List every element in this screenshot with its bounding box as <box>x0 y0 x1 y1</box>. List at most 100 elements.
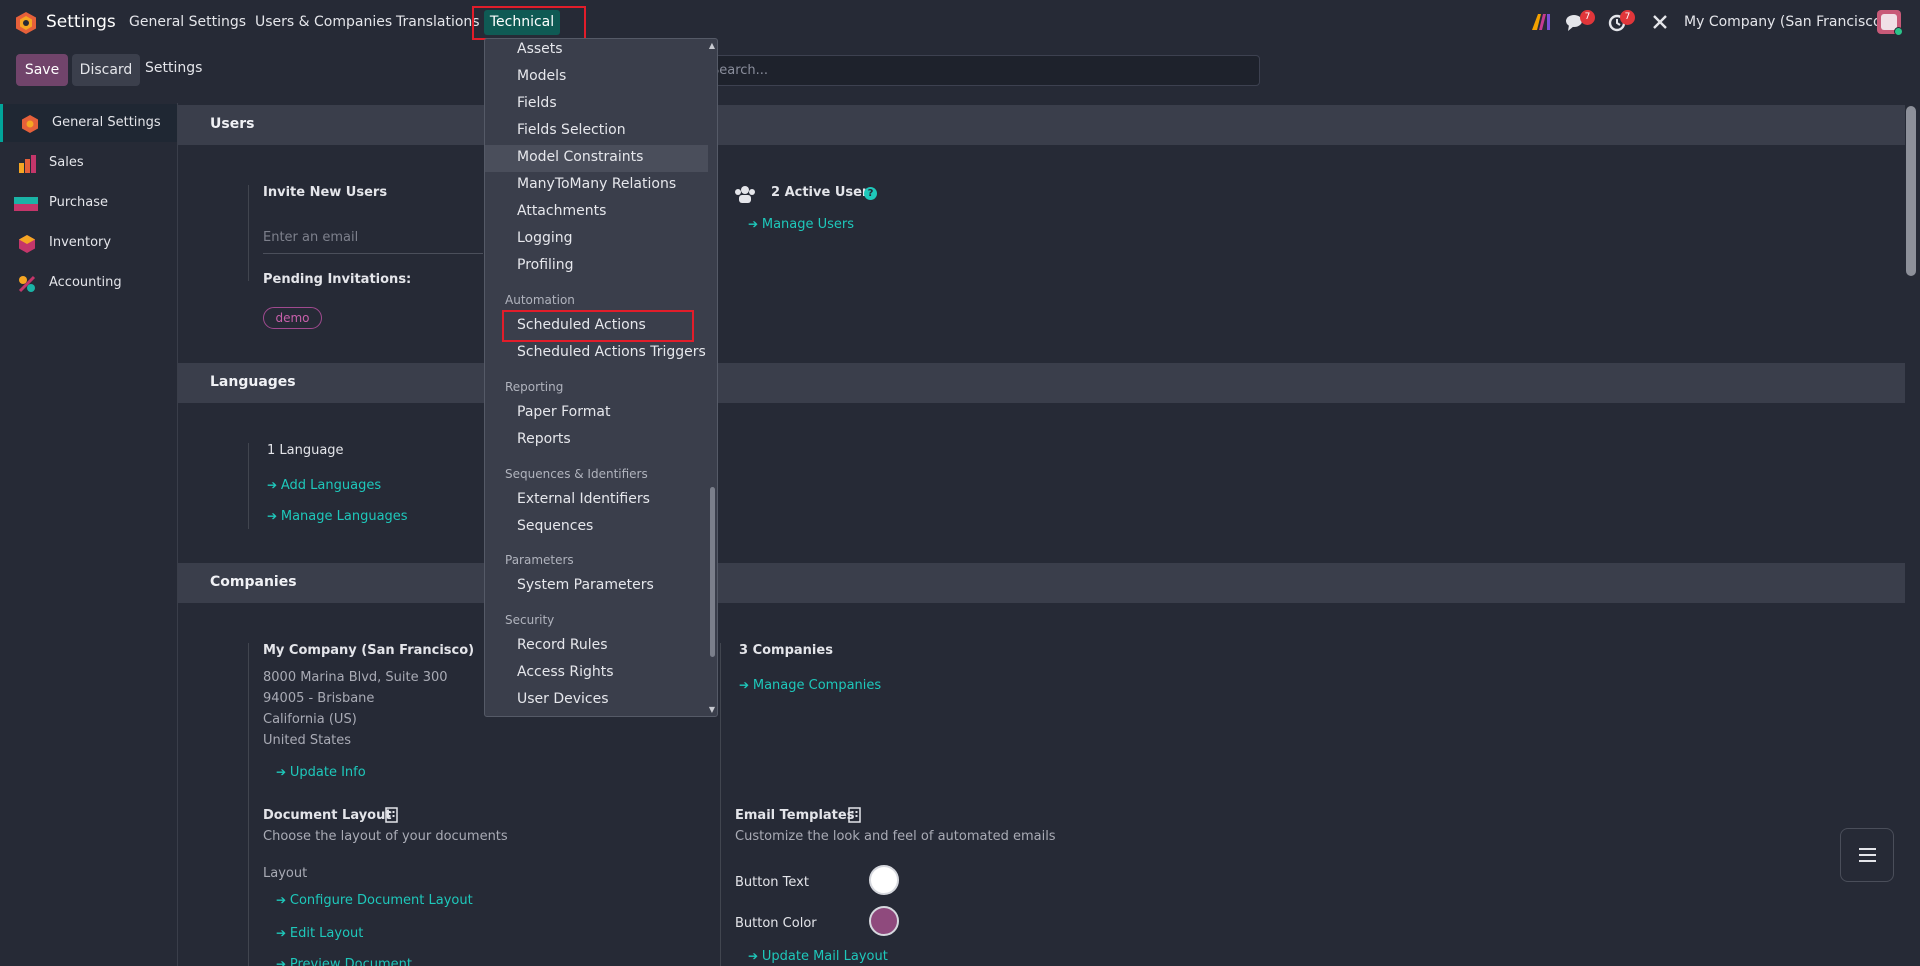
menu-item-record-rules[interactable]: Record Rules <box>517 637 608 653</box>
menu-item-reports[interactable]: Reports <box>517 431 571 447</box>
button-color-swatch[interactable] <box>869 906 899 936</box>
address-line: 94005 - Brisbane <box>263 691 375 706</box>
page-scrollbar[interactable] <box>1906 106 1916 276</box>
technical-dropdown-menu: Assets Models Fields Fields Selection Mo… <box>484 38 718 717</box>
menu-general-settings[interactable]: General Settings <box>129 14 246 30</box>
address-line: California (US) <box>263 712 357 727</box>
menu-item-models[interactable]: Models <box>517 68 566 84</box>
sidebar-item-label: Accounting <box>49 275 122 290</box>
app-title[interactable]: Settings <box>46 12 116 32</box>
scroll-down-arrow-icon[interactable]: ▼ <box>709 705 715 714</box>
highlight-scheduled-actions <box>502 310 694 342</box>
menu-users-companies[interactable]: Users & Companies <box>255 14 392 30</box>
accounting-app-icon <box>18 275 36 293</box>
hamburger-menu-icon <box>1859 848 1876 862</box>
menu-item-user-devices[interactable]: User Devices <box>517 691 609 707</box>
pending-invitation-tag[interactable]: demo <box>263 307 322 329</box>
menu-item-logging[interactable]: Logging <box>517 230 573 246</box>
company-building-icon <box>385 807 398 823</box>
ai-icon[interactable] <box>1532 14 1550 30</box>
menu-item-sequences[interactable]: Sequences <box>517 518 593 534</box>
menu-item-fields[interactable]: Fields <box>517 95 557 111</box>
document-layout-desc: Choose the layout of your documents <box>263 829 508 844</box>
menu-item-profiling[interactable]: Profiling <box>517 257 574 273</box>
sidebar-item-sales[interactable]: Sales <box>0 144 177 182</box>
inventory-app-icon <box>19 235 35 253</box>
invite-email-input[interactable]: Enter an email <box>263 230 483 254</box>
menu-item-model-constraints[interactable]: Model Constraints <box>517 149 643 165</box>
setting-divider <box>248 185 249 281</box>
section-header-languages: Languages <box>178 363 1905 403</box>
section-title: Languages <box>210 374 296 390</box>
settings-main: Users Invite New Users Enter an email Pe… <box>178 103 1905 966</box>
sidebar-item-label: Sales <box>49 155 84 170</box>
activities-badge: 7 <box>1620 10 1635 25</box>
sidebar-item-label: General Settings <box>52 115 161 130</box>
menu-header-sequences: Sequences & Identifiers <box>505 467 648 481</box>
menu-header-parameters: Parameters <box>505 553 574 567</box>
document-layout-title: Document Layout <box>263 808 392 823</box>
invite-users-label: Invite New Users <box>263 185 388 200</box>
command-palette-button[interactable] <box>1840 828 1894 882</box>
menu-item-paper-format[interactable]: Paper Format <box>517 404 610 420</box>
menu-item-scheduled-actions-triggers[interactable]: Scheduled Actions Triggers <box>517 344 706 360</box>
sidebar-item-label: Purchase <box>49 195 109 210</box>
section-header-users: Users <box>178 105 1905 145</box>
menu-header-reporting: Reporting <box>505 380 564 394</box>
add-languages-link[interactable]: Add Languages <box>267 478 381 493</box>
settings-app-icon[interactable] <box>16 12 36 34</box>
highlight-technical <box>472 6 586 40</box>
sidebar-item-inventory[interactable]: Inventory <box>0 224 177 262</box>
menu-translations[interactable]: Translations <box>396 14 480 30</box>
section-title: Companies <box>210 574 297 590</box>
help-icon[interactable]: ? <box>864 187 877 200</box>
menu-header-automation: Automation <box>505 293 575 307</box>
menu-item-fields-selection[interactable]: Fields Selection <box>517 122 626 138</box>
update-info-link[interactable]: Update Info <box>276 765 366 780</box>
active-users-count: 2 Active Users <box>771 185 877 200</box>
save-button[interactable]: Save <box>16 54 68 86</box>
preview-document-link[interactable]: Preview Document <box>276 957 412 966</box>
search-input[interactable]: Search... <box>700 55 1260 86</box>
company-name: My Company (San Francisco) <box>263 643 475 658</box>
manage-companies-link[interactable]: Manage Companies <box>739 678 881 693</box>
sidebar-item-label: Inventory <box>49 235 112 250</box>
sidebar-item-general-settings[interactable]: General Settings <box>0 104 177 142</box>
user-avatar[interactable] <box>1877 10 1903 36</box>
language-count: 1 Language <box>267 443 344 458</box>
menu-item-access-rights[interactable]: Access Rights <box>517 664 614 680</box>
sidebar-item-purchase[interactable]: Purchase <box>0 184 177 222</box>
menu-item-attachments[interactable]: Attachments <box>517 203 606 219</box>
discard-button[interactable]: Discard <box>72 54 140 86</box>
debug-tools-icon[interactable] <box>1652 14 1668 30</box>
sidebar-item-accounting[interactable]: Accounting <box>0 264 177 302</box>
button-text-color-swatch[interactable] <box>869 865 899 895</box>
update-mail-layout-link[interactable]: Update Mail Layout <box>748 949 888 964</box>
sales-app-icon <box>19 155 36 173</box>
breadcrumb: Settings <box>145 60 203 76</box>
layout-label: Layout <box>263 866 308 881</box>
settings-app-icon <box>22 115 38 133</box>
scroll-up-arrow-icon[interactable]: ▲ <box>709 41 715 50</box>
dropdown-scrollbar[interactable] <box>710 487 715 657</box>
users-icon <box>735 186 755 203</box>
setting-divider <box>248 443 249 529</box>
top-navbar: Settings General Settings Users & Compan… <box>0 0 1920 46</box>
manage-languages-link[interactable]: Manage Languages <box>267 509 408 524</box>
manage-users-link[interactable]: Manage Users <box>748 217 854 232</box>
menu-item-assets[interactable]: Assets <box>517 41 563 57</box>
address-line: United States <box>263 733 352 748</box>
menu-item-many2many-relations[interactable]: ManyToMany Relations <box>517 176 676 192</box>
menu-header-security: Security <box>505 613 555 627</box>
companies-count: 3 Companies <box>739 643 833 658</box>
address-line: 8000 Marina Blvd, Suite 300 <box>263 670 448 685</box>
email-templates-title: Email Templates <box>735 808 855 823</box>
section-title: Users <box>210 116 255 132</box>
setting-divider <box>720 643 721 966</box>
menu-item-system-parameters[interactable]: System Parameters <box>517 577 654 593</box>
company-building-icon <box>848 807 861 823</box>
menu-item-external-identifiers[interactable]: External Identifiers <box>517 491 650 507</box>
company-switcher[interactable]: My Company (San Francisco) <box>1684 14 1887 30</box>
edit-layout-link[interactable]: Edit Layout <box>276 926 364 941</box>
configure-layout-link[interactable]: Configure Document Layout <box>276 893 473 908</box>
